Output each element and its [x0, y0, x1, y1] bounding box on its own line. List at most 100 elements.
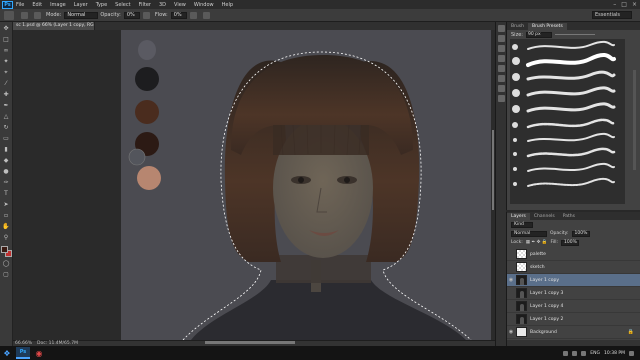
layer-row[interactable]: palette	[507, 248, 640, 261]
brush-tip-icon[interactable]	[512, 44, 518, 50]
tab-channels[interactable]: Channels	[530, 213, 559, 220]
brush-preset-picker-icon[interactable]	[21, 11, 28, 19]
brush-size-slider[interactable]	[554, 34, 595, 35]
layer-opacity-field[interactable]: 100%	[571, 230, 590, 237]
taskbar-recorder-icon[interactable]: ◉	[32, 347, 46, 359]
type-tool-icon[interactable]: T	[2, 189, 11, 198]
brush-tip-icon[interactable]	[512, 122, 518, 128]
history-panel-icon[interactable]	[497, 25, 505, 32]
workspace-select[interactable]: Essentials	[592, 11, 632, 19]
zoom-tool-icon[interactable]: ⚲	[2, 233, 11, 242]
color-swatches[interactable]	[0, 246, 12, 257]
menu-layer[interactable]: Layer	[74, 2, 88, 8]
visibility-eye-icon[interactable]: ◉	[507, 329, 515, 335]
airbrush-icon[interactable]	[189, 11, 197, 19]
artwork-canvas[interactable]	[121, 30, 491, 340]
brush-tip-icon[interactable]	[513, 138, 517, 142]
history-brush-tool-icon[interactable]: ↻	[2, 123, 11, 132]
gradient-tool-icon[interactable]: ▮	[2, 145, 11, 154]
path-select-tool-icon[interactable]: ➤	[2, 200, 11, 209]
taskbar-photoshop-icon[interactable]: Ps	[16, 347, 30, 359]
language-indicator[interactable]: ENG	[590, 351, 600, 356]
layer-row[interactable]: ◉ Layer 1 copy	[507, 274, 640, 287]
menu-window[interactable]: Window	[194, 2, 214, 8]
close-icon[interactable]: ×	[632, 1, 637, 8]
tab-paths[interactable]: Paths	[559, 213, 579, 220]
blur-tool-icon[interactable]: ◆	[2, 156, 11, 165]
foreground-color-swatch[interactable]	[0, 246, 8, 253]
adjustments-panel-icon[interactable]	[497, 65, 505, 72]
hand-tool-icon[interactable]: ✋	[2, 222, 11, 231]
tab-layers[interactable]: Layers	[507, 213, 530, 220]
menu-help[interactable]: Help	[222, 2, 233, 8]
brush-tip-icon[interactable]	[512, 89, 520, 97]
layer-row[interactable]: Layer 1 copy 2	[507, 313, 640, 326]
brush-panel-icon[interactable]	[497, 75, 505, 82]
crop-tool-icon[interactable]: ⌖	[2, 68, 11, 77]
menu-edit[interactable]: Edit	[32, 2, 42, 8]
healing-tool-icon[interactable]: ✚	[2, 90, 11, 99]
quick-select-tool-icon[interactable]: ✦	[2, 57, 11, 66]
canvas-horizontal-scrollbar[interactable]	[205, 341, 295, 344]
clock[interactable]: 10:38 PM	[604, 351, 625, 356]
brush-preset-list[interactable]	[510, 39, 625, 204]
lasso-tool-icon[interactable]: ∞	[2, 46, 11, 55]
layer-row[interactable]: sketch	[507, 261, 640, 274]
dodge-tool-icon[interactable]: ●	[2, 167, 11, 176]
eraser-tool-icon[interactable]: ▭	[2, 134, 11, 143]
swatches-panel-icon[interactable]	[497, 55, 505, 62]
canvas-area[interactable]	[13, 30, 491, 340]
brush-tip-icon[interactable]	[513, 182, 517, 186]
mode-select[interactable]: Normal	[64, 11, 99, 19]
move-tool-icon[interactable]: ✥	[2, 24, 11, 33]
document-tab[interactable]: sc 1.psd @ 66% (Layer 1 copy, RGB/8) *	[13, 22, 95, 30]
menu-3d[interactable]: 3D	[159, 2, 166, 8]
brush-tip-icon[interactable]	[512, 105, 520, 113]
maximize-icon[interactable]: □	[621, 1, 627, 8]
minimize-icon[interactable]: –	[613, 1, 616, 8]
pen-tool-icon[interactable]: ✑	[2, 178, 11, 187]
properties-panel-icon[interactable]	[497, 35, 505, 42]
stamp-tool-icon[interactable]: △	[2, 112, 11, 121]
brush-tool-icon[interactable]: ✒	[2, 101, 11, 110]
pressure-opacity-icon[interactable]	[142, 11, 150, 19]
visibility-eye-icon[interactable]: ◉	[507, 277, 515, 283]
menu-type[interactable]: Type	[96, 2, 107, 8]
menu-file[interactable]: File	[16, 2, 24, 8]
tab-brush[interactable]: Brush	[507, 23, 528, 30]
brush-size-field[interactable]: 90 px	[525, 31, 552, 38]
brush-list-scrollbar[interactable]	[633, 70, 636, 170]
layer-filter-select[interactable]: Kind	[511, 221, 533, 228]
shape-tool-icon[interactable]: ▫	[2, 211, 11, 220]
brush-panel-toggle-icon[interactable]	[34, 11, 41, 19]
character-panel-icon[interactable]	[497, 95, 505, 102]
tab-brush-presets[interactable]: Brush Presets	[528, 23, 567, 30]
menu-image[interactable]: Image	[50, 2, 66, 8]
brush-tip-icon[interactable]	[512, 57, 520, 65]
lock-icons[interactable]: ▦ ✒ ✥ 🔒	[526, 240, 548, 245]
menu-view[interactable]: View	[174, 2, 186, 8]
notification-icon[interactable]	[629, 350, 634, 356]
brush-tip-icon[interactable]	[512, 73, 520, 81]
quick-mask-icon[interactable]: ◯	[2, 259, 11, 268]
color-panel-icon[interactable]	[497, 45, 505, 52]
fill-field[interactable]: 100%	[561, 239, 579, 246]
menu-filter[interactable]: Filter	[139, 2, 151, 8]
flow-field[interactable]: 0%	[170, 11, 187, 19]
layer-row[interactable]: Layer 1 copy 4	[507, 300, 640, 313]
layer-row[interactable]: ◉ Background 🔒	[507, 326, 640, 339]
menu-select[interactable]: Select	[115, 2, 130, 8]
volume-icon[interactable]	[581, 350, 587, 356]
brush-tip-icon[interactable]	[513, 167, 517, 171]
opacity-field[interactable]: 0%	[123, 11, 140, 19]
eyedropper-tool-icon[interactable]: ⁄	[2, 79, 11, 88]
layer-row[interactable]: Layer 1 copy 3	[507, 287, 640, 300]
clone-source-panel-icon[interactable]	[497, 85, 505, 92]
tray-chevron-icon[interactable]	[563, 350, 569, 356]
network-icon[interactable]	[572, 350, 578, 356]
screen-mode-icon[interactable]: ▢	[2, 270, 11, 279]
brush-tip-icon[interactable]	[513, 152, 517, 156]
windows-start-icon[interactable]: ❖	[0, 346, 14, 360]
brush-tool-preset-icon[interactable]	[4, 10, 14, 20]
blend-mode-select[interactable]: Normal	[511, 230, 547, 237]
